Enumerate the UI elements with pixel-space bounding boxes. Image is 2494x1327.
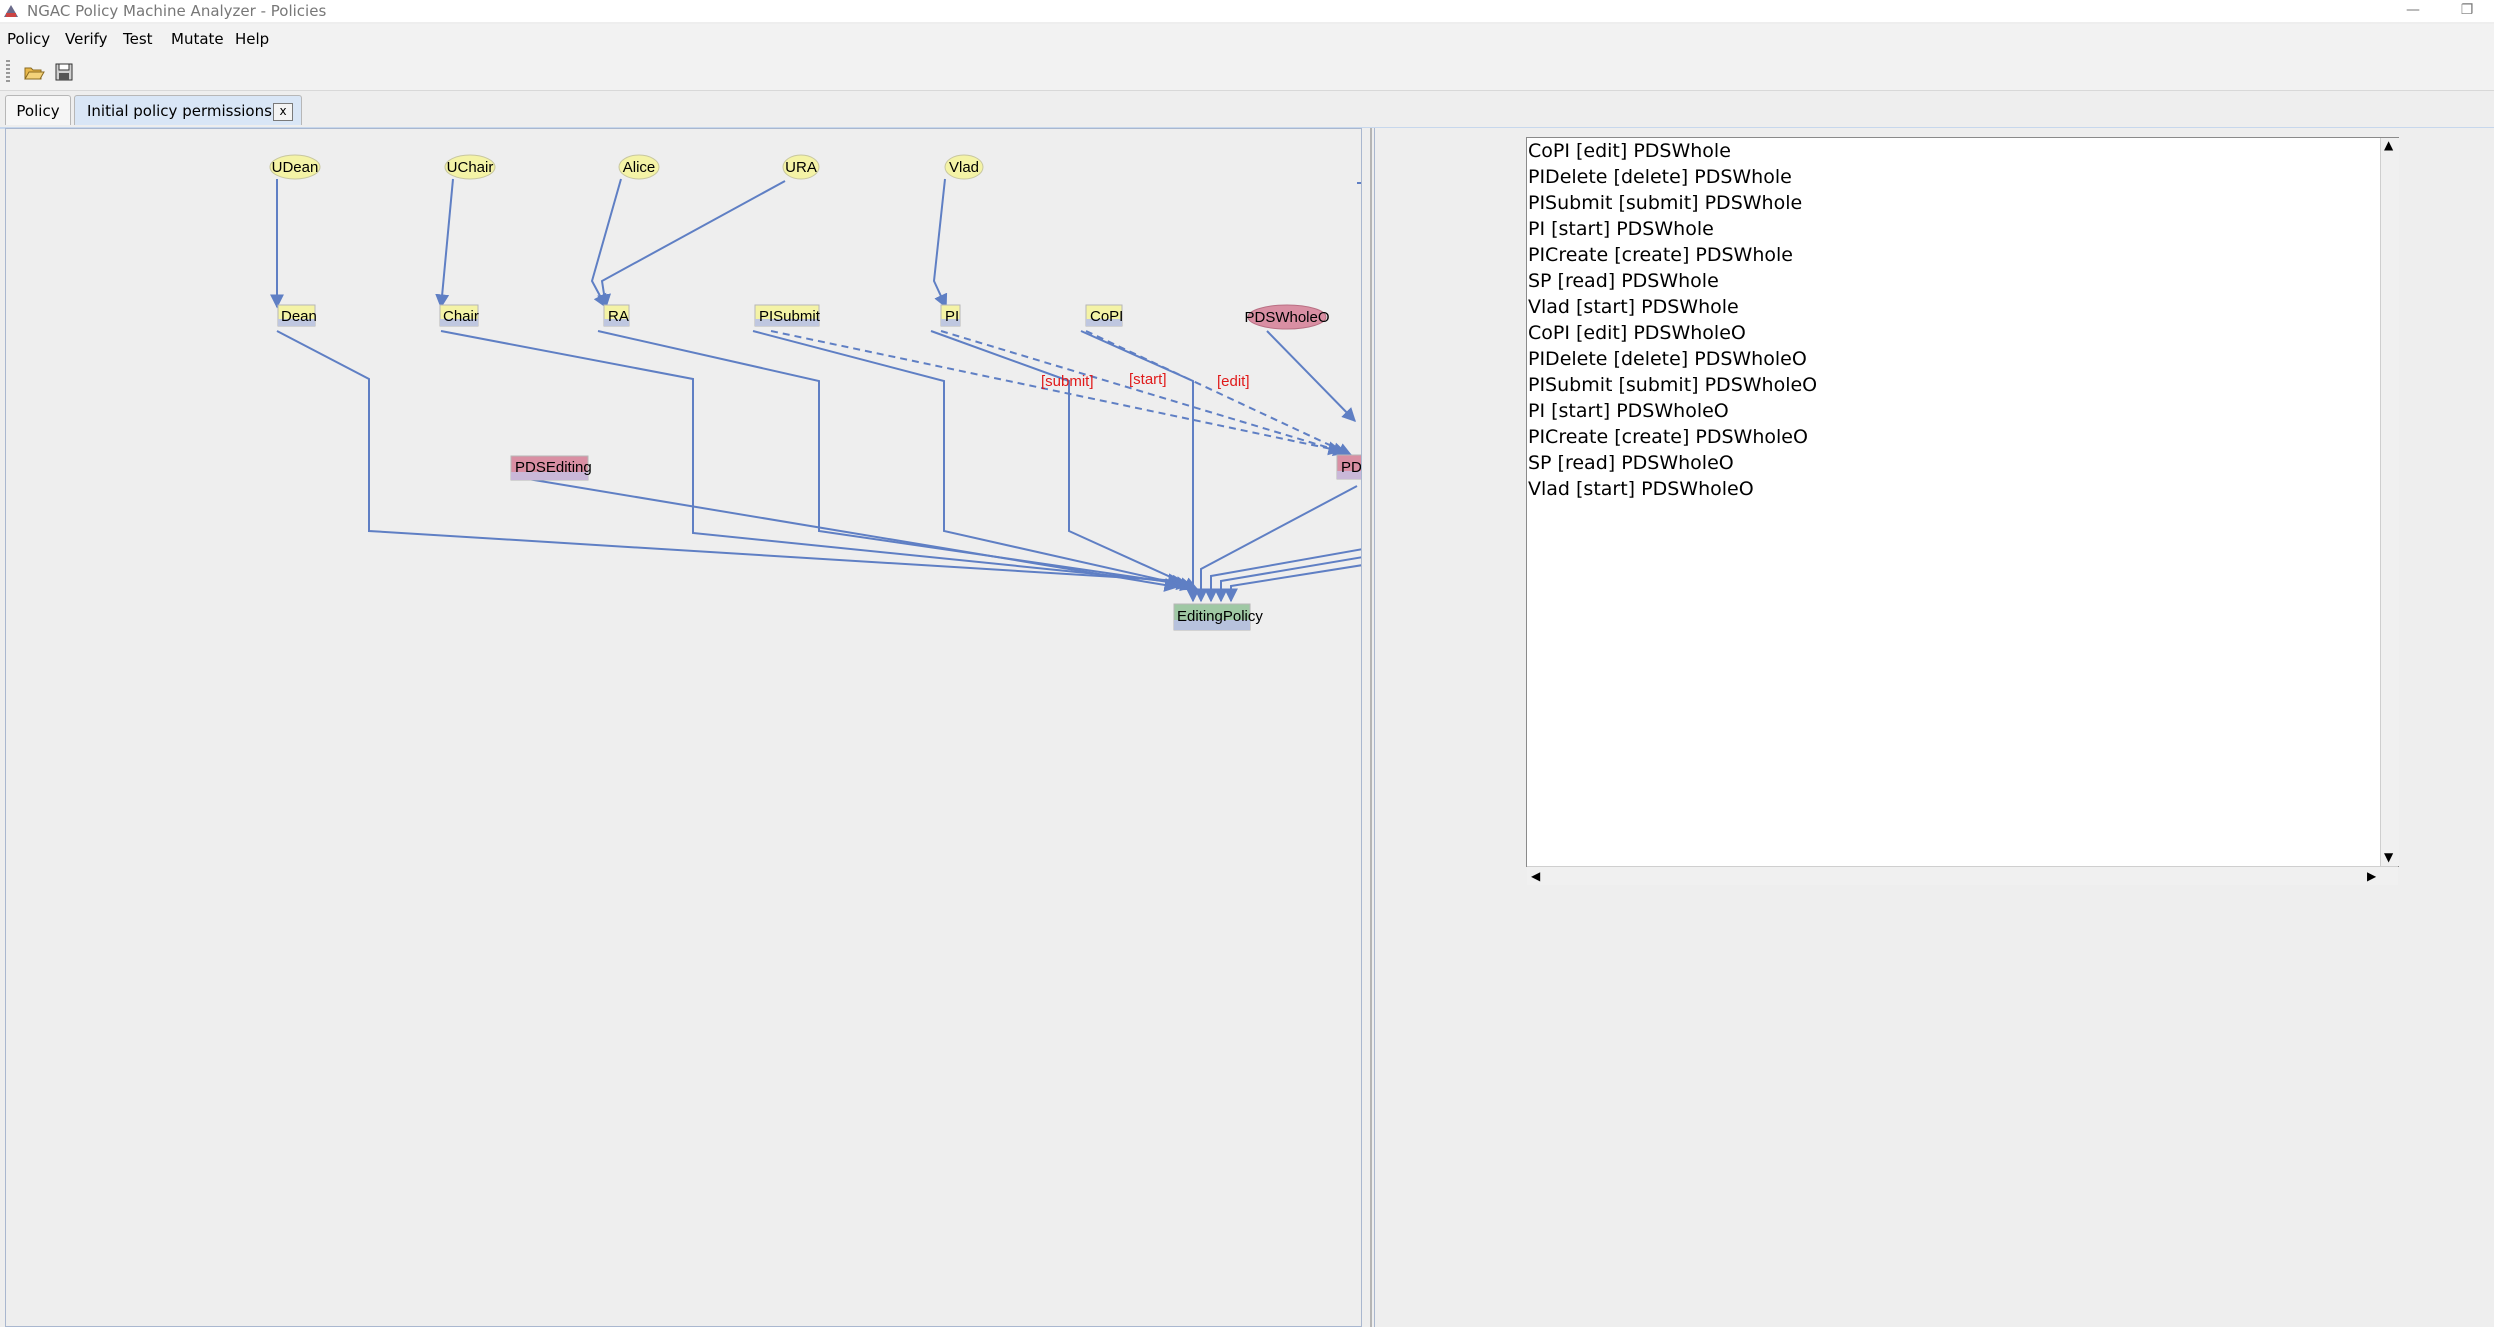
svg-text:Alice: Alice [623, 159, 656, 176]
edge-pdswholeo-pd [1266, 330, 1356, 423]
open-folder-icon[interactable] [22, 60, 46, 84]
permission-line: SP [read] PDSWholeO [1528, 452, 1734, 474]
edge-pdsediting-policy [527, 478, 1179, 592]
svg-text:UChair: UChair [447, 159, 494, 176]
node-udean[interactable]: UDean [269, 154, 321, 180]
permission-line: PI [start] PDSWhole [1528, 218, 1714, 240]
scroll-up-arrow-icon[interactable]: ▲ [2384, 138, 2393, 152]
policy-graph-panel[interactable]: [submit] [start] [edit] UDean UChair Ali… [5, 128, 1362, 1327]
tab-strip: Policy Initial policy permissions x [0, 91, 2494, 129]
menu-verify[interactable]: Verify [65, 24, 108, 54]
tab-policy[interactable]: Policy [5, 95, 71, 125]
svg-text:PDSEditing: PDSEditing [515, 459, 592, 476]
node-chair[interactable]: Chair [439, 304, 479, 327]
edge-pd-policy [1194, 485, 1358, 603]
menu-test[interactable]: Test [123, 24, 153, 54]
permission-line: PIDelete [delete] PDSWholeO [1528, 348, 1807, 370]
permission-line: Vlad [start] PDSWhole [1528, 296, 1739, 318]
tab-label: Initial policy permissions [87, 102, 272, 120]
split-pane-divider[interactable] [1362, 128, 1374, 1327]
vertical-scrollbar[interactable]: ▲ ▼ [2380, 138, 2399, 866]
svg-text:EditingPolicy: EditingPolicy [1177, 608, 1263, 625]
edge-alice-ra [590, 178, 622, 309]
node-copi[interactable]: CoPI [1085, 304, 1123, 327]
permission-line: SP [read] PDSWhole [1528, 270, 1719, 292]
edge-label-submit: [submit] [1041, 373, 1094, 390]
node-ura[interactable]: URA [782, 154, 820, 180]
edge-dean-policy [276, 330, 1183, 588]
edge-uchair-chair [435, 178, 454, 309]
horizontal-scrollbar[interactable]: ◀ ▶ [1527, 866, 2398, 885]
edge-pi-policy [930, 330, 1199, 591]
edge-label-edit: [edit] [1217, 373, 1250, 390]
assoc-copi [1085, 330, 1353, 457]
toolbar-grip[interactable] [6, 60, 10, 84]
divider-line [1370, 128, 1372, 1327]
svg-text:URA: URA [785, 159, 817, 176]
app-icon [4, 5, 18, 17]
svg-text:Dean: Dean [281, 308, 317, 325]
permissions-list[interactable]: CoPI [edit] PDSWhole PIDelete [delete] P… [1526, 137, 2399, 867]
policy-graph: [submit] [start] [edit] UDean UChair Ali… [269, 154, 1362, 631]
svg-text:PISubmit: PISubmit [759, 308, 821, 325]
edge-ra-policy [597, 330, 1191, 591]
scroll-right-arrow-icon[interactable]: ▶ [2367, 869, 2376, 883]
minimize-button[interactable]: — [2393, 0, 2433, 22]
edge-vlad-pi [932, 178, 948, 309]
title-bar: NGAC Policy Machine Analyzer - Policies … [0, 0, 2494, 22]
svg-text:UDean: UDean [272, 159, 319, 176]
toolbar [0, 54, 2494, 91]
edge-label-start: [start] [1129, 371, 1167, 388]
menu-help[interactable]: Help [235, 24, 269, 54]
edge-right-policy-3 [1224, 564, 1361, 603]
svg-text:Vlad: Vlad [949, 159, 979, 176]
save-disk-icon[interactable] [52, 60, 76, 84]
permission-line: PISubmit [submit] PDSWholeO [1528, 374, 1818, 396]
close-tab-button[interactable]: x [273, 103, 293, 121]
node-dean[interactable]: Dean [277, 304, 317, 327]
menu-policy[interactable]: Policy [7, 24, 50, 54]
restore-button[interactable]: ❐ [2447, 0, 2487, 22]
permission-line: CoPI [edit] PDSWholeO [1528, 322, 1746, 344]
permission-line: PICreate [create] PDSWhole [1528, 244, 1793, 266]
svg-text:RA: RA [608, 308, 629, 325]
menu-mutate[interactable]: Mutate [171, 24, 224, 54]
svg-text:CoPI: CoPI [1090, 308, 1123, 325]
permission-line: Vlad [start] PDSWholeO [1528, 478, 1754, 500]
permission-line: PIDelete [delete] PDSWhole [1528, 166, 1792, 188]
node-pdswholeo[interactable]: PDSWholeO [1244, 304, 1330, 330]
edge-ura-ra [597, 180, 786, 309]
permission-line: CoPI [edit] PDSWhole [1528, 140, 1731, 162]
node-alice[interactable]: Alice [618, 154, 660, 180]
node-pisubmit[interactable]: PISubmit [754, 304, 821, 327]
window-title: NGAC Policy Machine Analyzer - Policies [27, 2, 327, 20]
node-pdsediting[interactable]: PDSEditing [510, 455, 592, 481]
node-pi[interactable]: PI [940, 304, 961, 327]
svg-text:PI: PI [945, 308, 959, 325]
node-vlad[interactable]: Vlad [944, 154, 984, 180]
assoc-pisubmit [770, 330, 1343, 456]
permission-line: PI [start] PDSWholeO [1528, 400, 1729, 422]
svg-text:PDSWholeO: PDSWholeO [1244, 309, 1329, 326]
node-uchair[interactable]: UChair [444, 154, 496, 180]
tab-initial-policy-permissions[interactable]: Initial policy permissions x [74, 95, 302, 125]
node-editingpolicy[interactable]: EditingPolicy [1173, 603, 1263, 631]
permission-line: PICreate [create] PDSWholeO [1528, 426, 1808, 448]
edge-right-policy-1 [1204, 548, 1361, 603]
permission-line: PISubmit [submit] PDSWhole [1528, 192, 1803, 214]
menu-bar: Policy Verify Test Mutate Help [0, 24, 2494, 54]
node-ra[interactable]: RA [603, 304, 630, 327]
edge-right-policy-2 [1214, 556, 1361, 603]
svg-text:Chair: Chair [443, 308, 479, 325]
node-pd-partial[interactable]: PD [1336, 454, 1362, 480]
scroll-down-arrow-icon[interactable]: ▼ [2384, 850, 2393, 864]
scroll-left-arrow-icon[interactable]: ◀ [1531, 869, 1540, 883]
svg-text:PD: PD [1341, 459, 1362, 476]
